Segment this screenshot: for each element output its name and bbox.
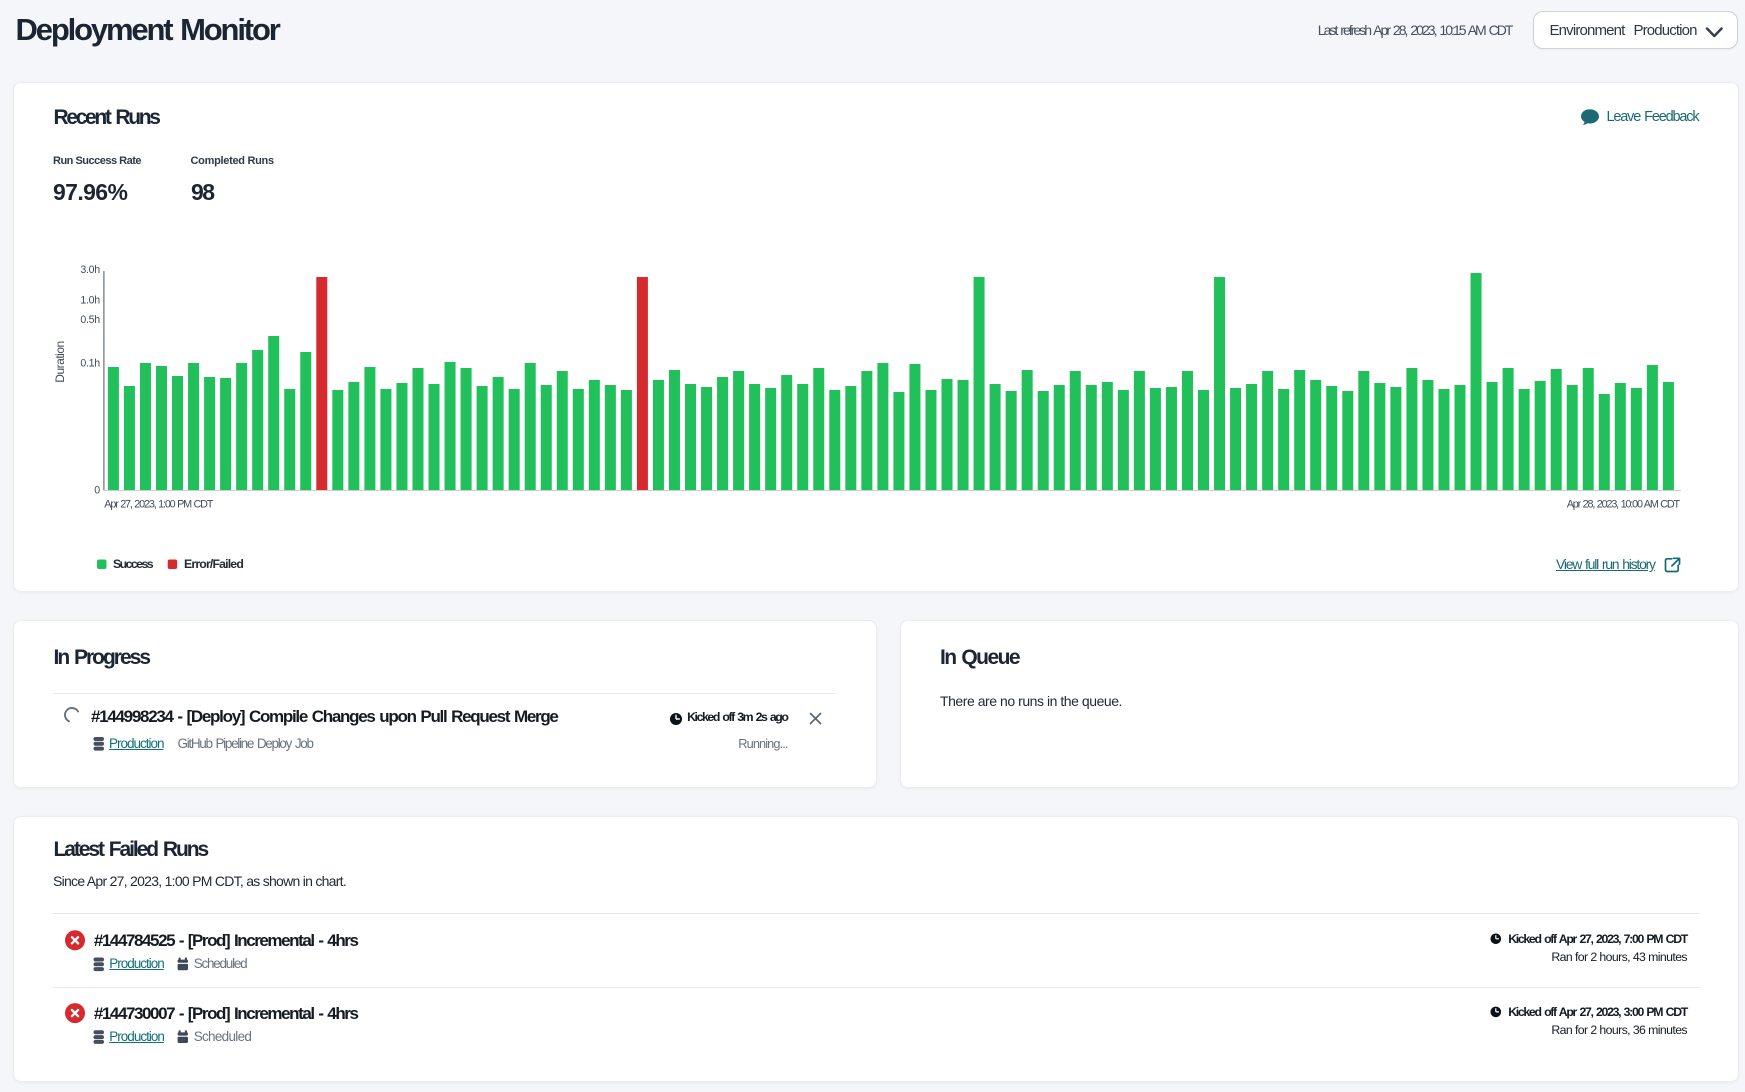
svg-text:0: 0 (94, 484, 100, 496)
svg-text:1.0h: 1.0h (80, 294, 100, 306)
svg-text:0.1h: 0.1h (80, 357, 100, 369)
svg-text:3.0h: 3.0h (80, 264, 100, 276)
svg-text:0.5h: 0.5h (80, 314, 100, 326)
svg-text:Apr 28, 2023, 10:00 AM CDT: Apr 28, 2023, 10:00 AM CDT (1567, 499, 1681, 511)
svg-text:Apr 27, 2023, 1:00 PM CDT: Apr 27, 2023, 1:00 PM CDT (104, 499, 214, 511)
svg-text:Duration: Duration (53, 341, 67, 382)
